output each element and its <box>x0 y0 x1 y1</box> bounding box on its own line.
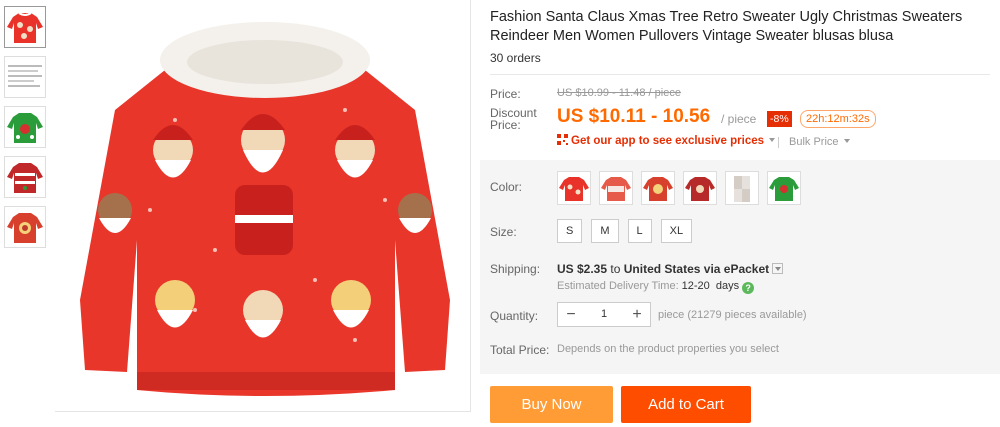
size-option-s[interactable]: S <box>557 219 583 243</box>
buy-now-button[interactable]: Buy Now <box>490 386 613 423</box>
decrease-quantity-button[interactable]: − <box>558 303 584 326</box>
color-swatch-dark-red[interactable] <box>683 171 717 205</box>
quantity-available: piece (21279 pieces available) <box>658 309 807 321</box>
divider <box>778 137 779 148</box>
bulk-price-label: Bulk Price <box>789 136 839 148</box>
increase-quantity-button[interactable]: + <box>624 303 650 326</box>
thumbnail-red-pattern-sweater[interactable] <box>4 156 46 198</box>
discount-label-line2: Price: <box>490 118 521 132</box>
color-label: Color: <box>490 180 523 194</box>
color-swatch-red-yellow[interactable] <box>641 171 675 205</box>
total-price-note: Depends on the product properties you se… <box>557 343 779 355</box>
divider <box>490 74 990 75</box>
main-product-image[interactable] <box>55 0 471 412</box>
size-label: Size: <box>490 225 517 239</box>
red-pattern-sweater-thumb-icon <box>5 157 45 197</box>
bulk-price-dropdown[interactable]: Bulk Price <box>789 136 850 148</box>
shipping-info[interactable]: US $2.35 to United States via ePacket <box>557 262 784 276</box>
discount-badge: -8% <box>767 111 792 127</box>
sweater-swatch-icon <box>734 176 750 202</box>
size-option-xl[interactable]: XL <box>660 219 693 243</box>
color-swatch-beige[interactable] <box>725 171 759 205</box>
quantity-input[interactable]: 1 <box>584 303 624 326</box>
add-to-cart-button[interactable]: Add to Cart <box>621 386 751 423</box>
shipping-to: to <box>610 262 621 276</box>
sweater-swatch-icon <box>769 177 799 201</box>
red-print-sweater-thumb-icon <box>5 207 45 247</box>
qr-code-icon <box>557 134 568 145</box>
order-count: 30 orders <box>490 51 541 65</box>
app-price-link[interactable]: Get our app to see exclusive prices <box>557 134 776 147</box>
thumbnail-red-print-sweater[interactable] <box>4 206 46 248</box>
color-swatches <box>557 171 809 205</box>
color-swatch-red-white[interactable] <box>599 171 633 205</box>
sweater-swatch-icon <box>559 177 589 201</box>
countdown-timer: 22h:12m:32s <box>800 110 876 128</box>
product-title: Fashion Santa Claus Xmas Tree Retro Swea… <box>490 9 963 44</box>
shipping-destination: United States via ePacket <box>623 262 770 276</box>
delivery-estimate: Estimated Delivery Time: 12-20 days? <box>557 280 755 294</box>
thumbnail-list <box>4 6 46 256</box>
chevron-down-icon <box>769 138 776 142</box>
quantity-label: Quantity: <box>490 309 539 323</box>
thumbnail-santa-sweater[interactable] <box>4 6 46 48</box>
price-unit: / piece <box>721 112 757 126</box>
green-sweater-thumb-icon <box>5 107 45 147</box>
santa-sweater-thumb-icon <box>5 7 45 47</box>
size-option-l[interactable]: L <box>627 219 652 243</box>
shipping-cost: US $2.35 <box>557 262 608 276</box>
chevron-down-icon <box>843 139 850 143</box>
thumbnail-green-sweater[interactable] <box>4 106 46 148</box>
size-chart-icon <box>5 57 45 97</box>
sweater-swatch-icon <box>643 177 673 201</box>
thumbnail-size-chart[interactable] <box>4 56 46 98</box>
color-swatch-santa-red[interactable] <box>557 171 591 205</box>
santa-sweater-image <box>55 0 470 411</box>
original-price: US $10.99 - 11.48 / piece <box>557 87 681 99</box>
dropdown-icon[interactable] <box>772 263 784 274</box>
discount-price-label: Discount Price: <box>490 107 537 131</box>
total-price-label: Total Price: <box>490 343 550 357</box>
price-label: Price: <box>490 87 521 101</box>
size-option-m[interactable]: M <box>591 219 619 243</box>
help-icon[interactable]: ? <box>742 282 755 294</box>
quantity-stepper: − 1 + <box>557 302 651 327</box>
shipping-label: Shipping: <box>490 262 541 276</box>
sweater-swatch-icon <box>685 177 715 201</box>
delivery-unit: days <box>715 280 740 292</box>
color-swatch-green[interactable] <box>767 171 801 205</box>
size-options: S M L XL <box>557 219 701 243</box>
app-link-text: Get our app to see exclusive prices <box>571 135 765 147</box>
delivery-label: Estimated Delivery Time: <box>557 280 679 292</box>
sweater-swatch-icon <box>601 177 631 201</box>
discount-price: US $10.11 - 10.56 <box>557 106 711 127</box>
delivery-value: 12-20 <box>681 280 710 292</box>
